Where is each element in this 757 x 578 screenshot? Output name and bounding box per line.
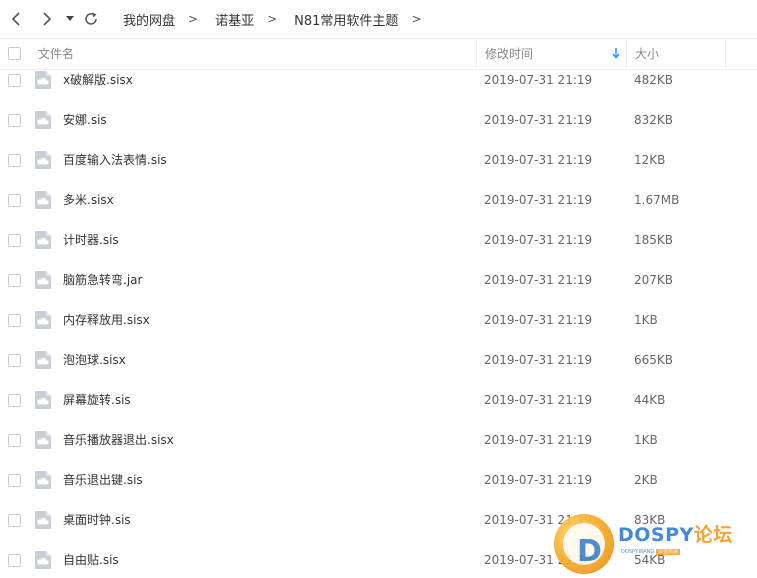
file-row-checkbox[interactable]: [8, 394, 21, 407]
cloud-file-icon: [35, 311, 51, 329]
cloud-file-icon: [35, 111, 51, 129]
column-header: 文件名 修改时间 大小: [0, 38, 757, 70]
file-modified-time: 2019-07-31 21:19: [484, 553, 593, 567]
file-size: 44KB: [634, 393, 666, 407]
file-row-checkbox[interactable]: [8, 154, 21, 167]
forward-button[interactable]: [36, 7, 58, 31]
file-row[interactable]: 音乐播放器退出.sisx 2019-07-31 21:19 1KB: [0, 420, 757, 460]
chevron-right-icon: [43, 12, 52, 26]
file-name[interactable]: 百度输入法表情.sis: [63, 140, 167, 180]
file-size: 665KB: [634, 353, 674, 367]
file-size: 1KB: [634, 313, 658, 327]
column-header-size[interactable]: 大小: [626, 39, 726, 69]
file-row[interactable]: 泡泡球.sisx 2019-07-31 21:19 665KB: [0, 340, 757, 380]
cloud-file-icon: [35, 471, 51, 489]
file-row[interactable]: 自由贴.sis 2019-07-31 21:19 54KB: [0, 540, 757, 578]
column-header-modified[interactable]: 修改时间: [476, 39, 626, 69]
file-name[interactable]: 屏幕旋转.sis: [63, 380, 131, 420]
file-row[interactable]: 屏幕旋转.sis 2019-07-31 21:19 44KB: [0, 380, 757, 420]
file-modified-time: 2019-07-31 21:19: [484, 473, 593, 487]
select-all-checkbox[interactable]: [8, 47, 21, 60]
file-row-checkbox[interactable]: [8, 514, 21, 527]
cloud-file-icon: [35, 151, 51, 169]
file-name[interactable]: 内存释放用.sisx: [63, 300, 150, 340]
cloud-file-icon: [35, 271, 51, 289]
sort-descending-arrow-icon: [612, 48, 620, 59]
cloud-file-icon: [35, 511, 51, 529]
file-name[interactable]: 音乐播放器退出.sisx: [63, 420, 174, 460]
file-row[interactable]: 多米.sisx 2019-07-31 21:19 1.67MB: [0, 180, 757, 220]
navigation-bar: 我的网盘 > 诺基亚 > N81常用软件主题 >: [0, 0, 757, 38]
file-size: 2KB: [634, 473, 658, 487]
file-row-checkbox[interactable]: [8, 474, 21, 487]
breadcrumb-separator: >: [188, 12, 199, 26]
breadcrumb: 我的网盘 > 诺基亚 > N81常用软件主题 >: [118, 0, 434, 38]
file-row-checkbox[interactable]: [8, 194, 21, 207]
file-name[interactable]: 自由贴.sis: [63, 540, 119, 578]
cloud-file-icon: [35, 431, 51, 449]
file-size: 83KB: [634, 513, 666, 527]
file-row[interactable]: 音乐退出键.sis 2019-07-31 21:19 2KB: [0, 460, 757, 500]
file-row[interactable]: 脑筋急转弯.jar 2019-07-31 21:19 207KB: [0, 260, 757, 300]
cloud-file-icon: [35, 351, 51, 369]
file-list: x破解版.sisx 2019-07-31 21:19 482KB 安娜.sis 2019…: [0, 60, 757, 578]
file-row[interactable]: 计时器.sis 2019-07-31 21:19 185KB: [0, 220, 757, 260]
file-row-checkbox[interactable]: [8, 314, 21, 327]
file-row-checkbox[interactable]: [8, 74, 21, 87]
cloud-file-icon: [35, 231, 51, 249]
file-name[interactable]: 音乐退出键.sis: [63, 460, 143, 500]
file-row-checkbox[interactable]: [8, 354, 21, 367]
column-header-size-label: 大小: [635, 47, 660, 61]
cloud-file-icon: [35, 71, 51, 89]
breadcrumb-item-nokia[interactable]: 诺基亚: [210, 10, 259, 29]
column-header-name[interactable]: 文件名: [38, 39, 74, 69]
file-modified-time: 2019-07-31 21:19: [484, 353, 593, 367]
cloud-file-icon: [35, 191, 51, 209]
file-size: 1.67MB: [634, 193, 680, 207]
breadcrumb-separator: >: [411, 12, 422, 26]
file-modified-time: 2019-07-31 21:19: [484, 313, 593, 327]
file-size: 185KB: [634, 233, 674, 247]
file-name[interactable]: 泡泡球.sisx: [63, 340, 126, 380]
file-row[interactable]: 内存释放用.sisx 2019-07-31 21:19 1KB: [0, 300, 757, 340]
cloud-file-icon: [35, 551, 51, 569]
file-name[interactable]: 脑筋急转弯.jar: [63, 260, 142, 300]
refresh-icon: [85, 12, 97, 25]
breadcrumb-separator: >: [267, 12, 278, 26]
breadcrumb-item-n81-software[interactable]: N81常用软件主题: [289, 10, 403, 29]
file-modified-time: 2019-07-31 21:19: [484, 273, 593, 287]
file-modified-time: 2019-07-31 21:19: [484, 233, 593, 247]
file-name[interactable]: 安娜.sis: [63, 100, 107, 140]
file-row[interactable]: 安娜.sis 2019-07-31 21:19 832KB: [0, 100, 757, 140]
column-header-modified-label: 修改时间: [485, 47, 534, 61]
file-modified-time: 2019-07-31 21:19: [484, 153, 593, 167]
file-row-checkbox[interactable]: [8, 274, 21, 287]
file-size: 54KB: [634, 553, 666, 567]
file-modified-time: 2019-07-31 21:19: [484, 513, 593, 527]
file-size: 207KB: [634, 273, 674, 287]
file-row[interactable]: 桌面时钟.sis 2019-07-31 21:19 83KB: [0, 500, 757, 540]
file-modified-time: 2019-07-31 21:19: [484, 193, 593, 207]
file-modified-time: 2019-07-31 21:19: [484, 433, 593, 447]
back-button[interactable]: [6, 7, 28, 31]
cloud-file-icon: [35, 391, 51, 409]
file-size: 12KB: [634, 153, 666, 167]
file-modified-time: 2019-07-31 21:19: [484, 113, 593, 127]
history-dropdown-button[interactable]: [62, 7, 78, 31]
chevron-left-icon: [11, 12, 20, 26]
file-row-checkbox[interactable]: [8, 114, 21, 127]
breadcrumb-item-my-drive[interactable]: 我的网盘: [118, 10, 180, 29]
file-modified-time: 2019-07-31 21:19: [484, 393, 593, 407]
file-name[interactable]: 桌面时钟.sis: [63, 500, 131, 540]
refresh-button[interactable]: [80, 7, 102, 31]
file-row[interactable]: 百度输入法表情.sis 2019-07-31 21:19 12KB: [0, 140, 757, 180]
file-row-checkbox[interactable]: [8, 434, 21, 447]
file-name[interactable]: 计时器.sis: [63, 220, 119, 260]
file-row-checkbox[interactable]: [8, 234, 21, 247]
file-size: 1KB: [634, 433, 658, 447]
caret-down-icon: [66, 16, 74, 21]
file-name[interactable]: 多米.sisx: [63, 180, 114, 220]
file-row-checkbox[interactable]: [8, 554, 21, 567]
file-size: 832KB: [634, 113, 674, 127]
